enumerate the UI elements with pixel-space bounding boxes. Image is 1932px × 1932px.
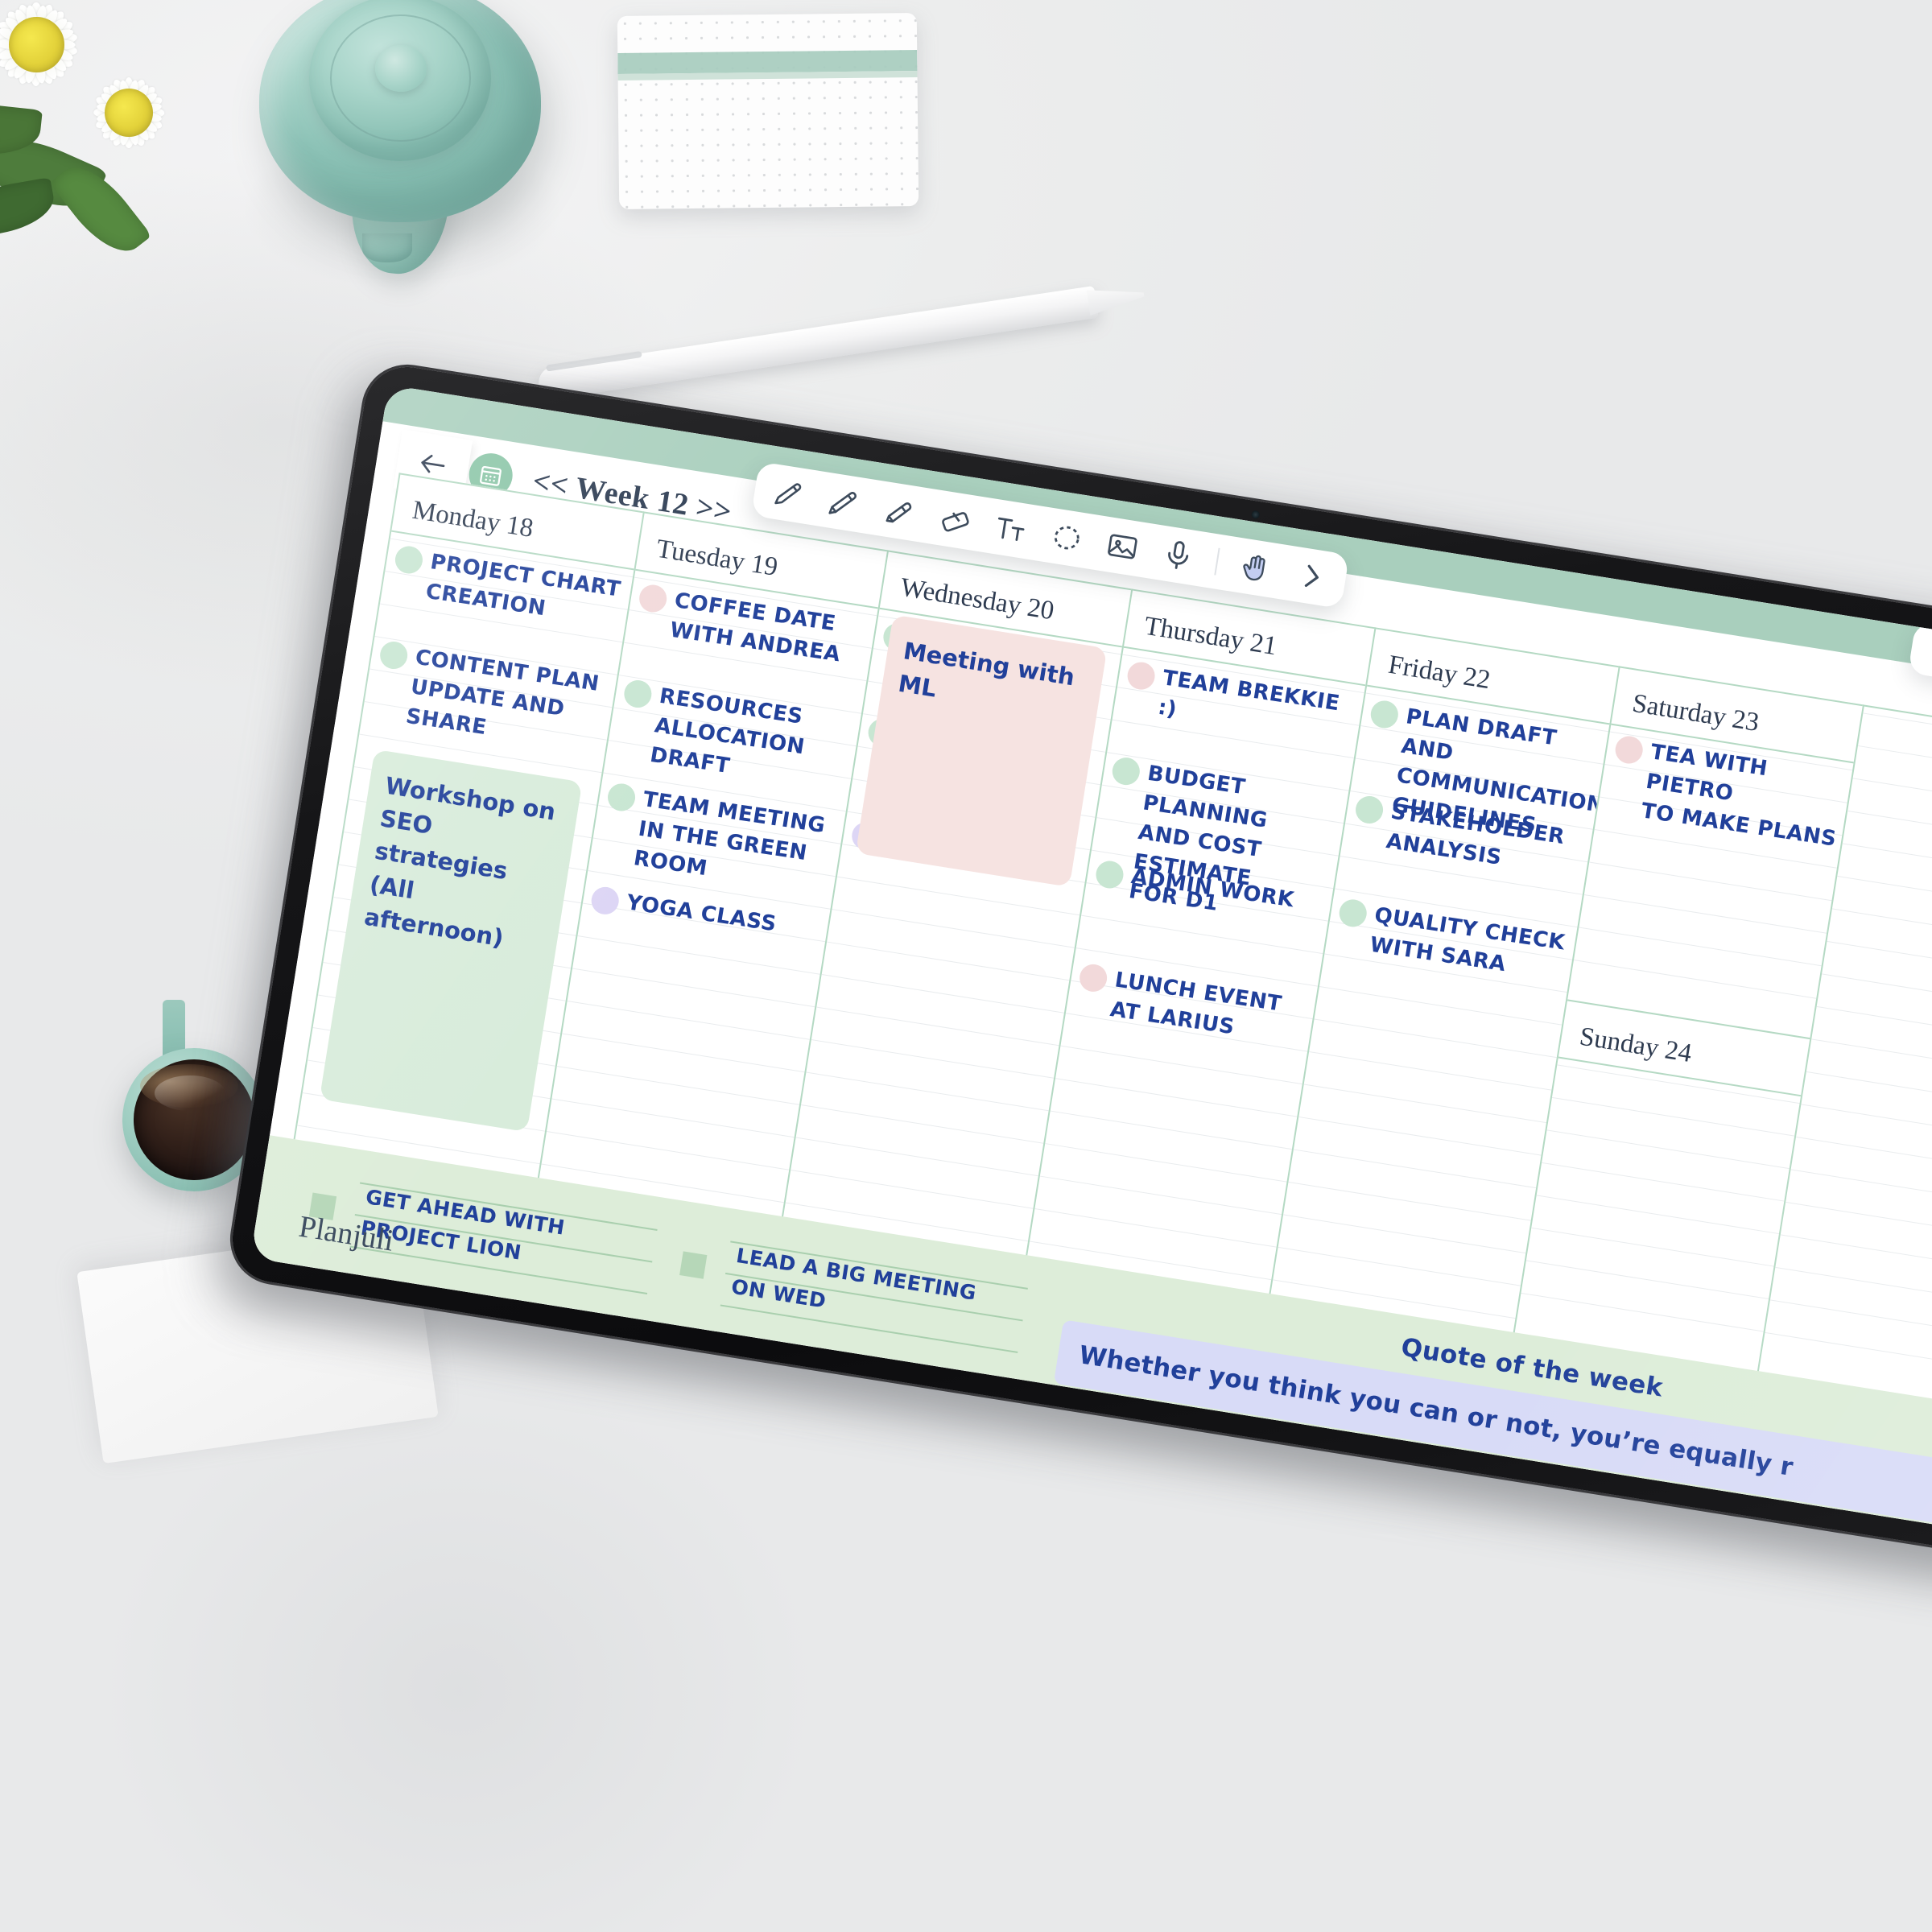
- lasso-icon[interactable]: [1046, 518, 1087, 558]
- text-icon[interactable]: [991, 509, 1031, 549]
- calendar-icon: [480, 465, 502, 486]
- event-dot-green[interactable]: [393, 544, 425, 576]
- ruled-lines: [1515, 1059, 1801, 1371]
- front-camera: [1250, 510, 1261, 520]
- highlighter-icon[interactable]: [880, 491, 920, 531]
- todo-checkbox[interactable]: [679, 1251, 708, 1279]
- event-dot-green[interactable]: [378, 639, 410, 671]
- hand-icon[interactable]: [1236, 547, 1276, 588]
- pencil-icon[interactable]: [824, 482, 865, 522]
- teapot: [242, 0, 580, 290]
- toolbar-expand-chevron-icon[interactable]: [1291, 556, 1331, 597]
- desk-shadow-lower: [97, 1368, 821, 1932]
- event-dot-green[interactable]: [1337, 897, 1369, 929]
- event-dot-green[interactable]: [605, 781, 638, 813]
- event-dot-pink[interactable]: [1125, 660, 1157, 691]
- sticky-note[interactable]: Meeting with ML: [855, 614, 1107, 887]
- eraser-icon[interactable]: [935, 500, 976, 540]
- event-dot-green[interactable]: [1368, 699, 1401, 730]
- pen-icon[interactable]: [768, 473, 808, 514]
- image-icon[interactable]: [1102, 526, 1142, 567]
- day-body[interactable]: TEA WITH PIETRO TO MAKE PLANS: [1568, 725, 1854, 1036]
- event-dot-lilac[interactable]: [589, 885, 621, 917]
- microphone-icon[interactable]: [1158, 535, 1198, 576]
- todo-item[interactable]: LEAD A BIG MEETING ON WED: [672, 1228, 1029, 1376]
- undo-icon[interactable]: [1927, 634, 1932, 671]
- event-dot-green[interactable]: [1354, 794, 1385, 826]
- dotted-note-card: [617, 13, 919, 209]
- event-dot-green[interactable]: [1109, 755, 1141, 787]
- event-dot-green[interactable]: [621, 678, 654, 710]
- toolbar-divider: [1214, 547, 1220, 576]
- event-dot-pink[interactable]: [1077, 962, 1109, 994]
- day-body[interactable]: [1515, 1059, 1801, 1371]
- event-dot-pink[interactable]: [1613, 734, 1645, 766]
- event-dot-pink[interactable]: [637, 583, 669, 614]
- event-dot-green[interactable]: [1093, 858, 1125, 890]
